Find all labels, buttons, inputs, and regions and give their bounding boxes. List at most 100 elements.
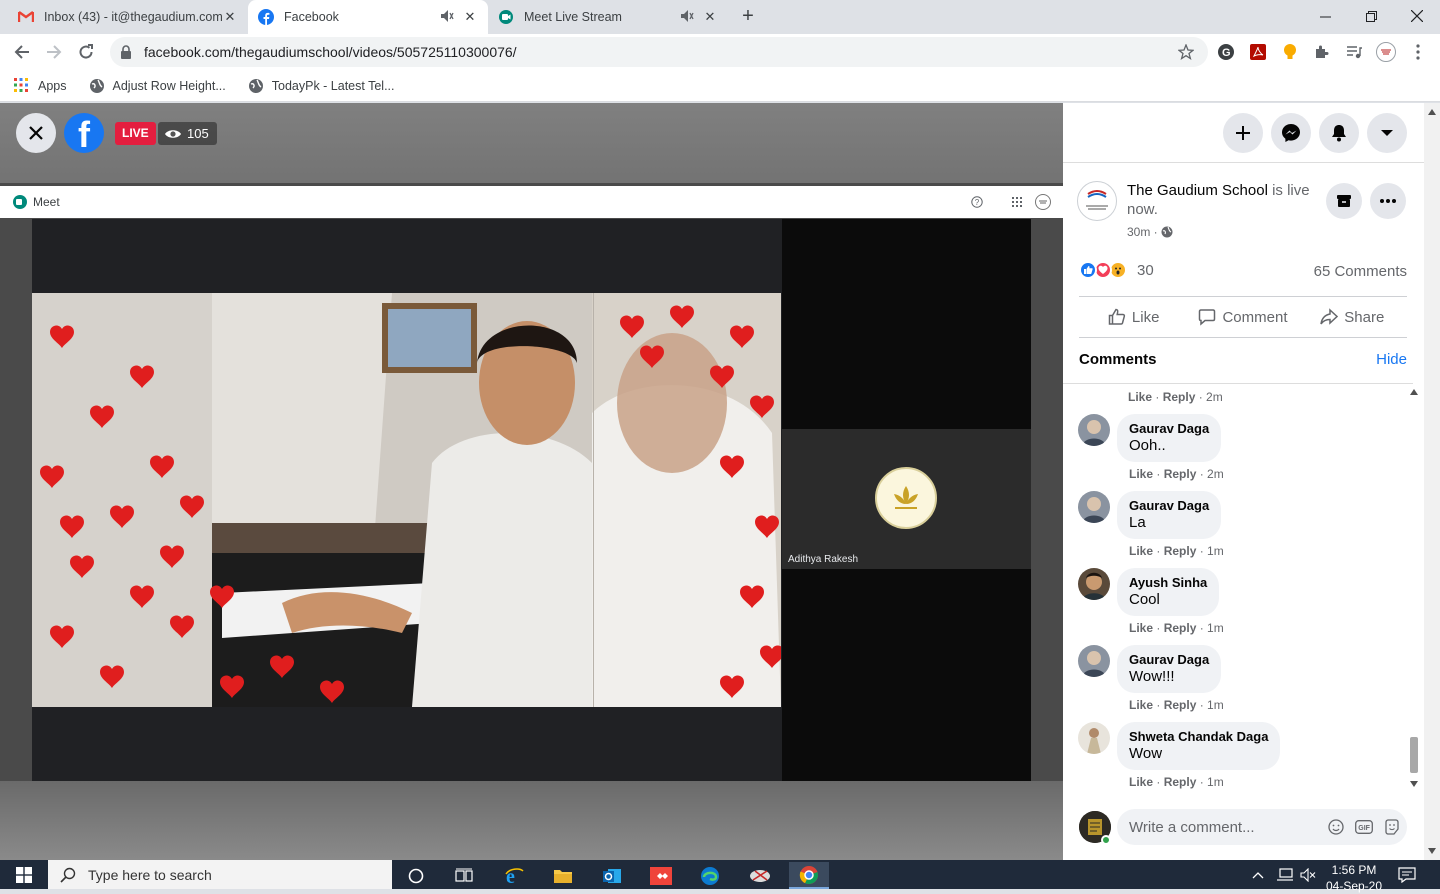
chrome-taskbar-icon[interactable] [789,862,829,889]
pdf-extension-icon[interactable] [1248,42,1268,62]
minimize-icon[interactable] [1302,0,1348,32]
scroll-down-icon[interactable] [1410,781,1418,787]
comment-time[interactable]: 1m [1207,621,1224,635]
system-clock[interactable]: 1:56 PM 04-Sep-20 [1318,862,1390,894]
commenter-avatar[interactable] [1078,722,1110,754]
sticker-icon[interactable] [1383,818,1401,836]
comments-count-link[interactable]: 65 Comments [1314,263,1407,280]
tab-gmail[interactable]: Inbox (43) - it@thegaudium.com ✕ [8,0,248,34]
notifications-button[interactable] [1319,113,1359,153]
comment-reply-link[interactable]: Reply [1164,544,1197,558]
scroll-down-icon[interactable] [1428,848,1436,854]
comment-time[interactable]: 1m [1207,544,1224,558]
more-options-button[interactable] [1370,183,1406,219]
bookmark-adjust-row-height[interactable]: Adjust Row Height... [89,78,226,94]
show-hidden-icons[interactable] [1252,860,1264,889]
reload-icon[interactable] [72,38,100,66]
comment-like-link[interactable]: Like [1129,621,1153,635]
comment-button[interactable]: Comment [1188,297,1297,337]
comment-reply-link[interactable]: Reply [1164,621,1197,635]
speaker-mute-icon[interactable] [440,9,456,25]
like-button[interactable]: Like [1079,297,1188,337]
comment-time[interactable]: 2m [1206,390,1223,404]
lightbulb-extension-icon[interactable] [1280,42,1300,62]
puzzle-extensions-icon[interactable] [1312,42,1332,62]
comment-like-link[interactable]: Like [1129,467,1153,481]
chrome-menu-icon[interactable] [1408,42,1428,62]
comment-time[interactable]: 1m [1207,698,1224,712]
page-scrollbar[interactable] [1424,103,1440,860]
forward-arrow-icon[interactable] [40,38,68,66]
write-comment-input[interactable]: Write a comment... GIF [1117,809,1407,845]
volume-muted-icon[interactable] [1300,860,1316,889]
emoji-icon[interactable] [1327,818,1345,836]
back-arrow-icon[interactable] [8,38,36,66]
cortana-icon[interactable] [396,862,436,889]
comment-like-link[interactable]: Like [1129,544,1153,558]
bookmark-apps[interactable]: Apps [14,77,67,94]
new-tab-button[interactable]: + [737,6,759,28]
comment-like-link[interactable]: Like [1129,698,1153,712]
notifications-center-icon[interactable] [1398,860,1416,889]
post-time-text[interactable]: 30m [1127,225,1150,239]
window-close-icon[interactable] [1394,0,1440,32]
comment-reply-link[interactable]: Reply [1164,467,1197,481]
close-video-button[interactable] [16,113,56,153]
comment-author[interactable]: Ayush Sinha [1129,575,1207,591]
close-icon[interactable]: ✕ [702,9,718,25]
commenter-avatar[interactable] [1078,414,1110,446]
grammarly-extension-icon[interactable]: G [1216,42,1236,62]
bookmark-todaypk[interactable]: TodayPk - Latest Tel... [248,78,395,94]
comment-time[interactable]: 1m [1207,775,1224,789]
messenger-button[interactable] [1271,113,1311,153]
comment-like-link[interactable]: Like [1129,775,1153,789]
scroll-up-icon[interactable] [1410,389,1418,395]
snipping-tool-icon[interactable] [740,862,780,889]
edge-icon[interactable] [690,862,730,889]
taskbar-search-box[interactable]: Type here to search [48,860,392,889]
scroll-thumb[interactable] [1410,737,1418,773]
comment-author[interactable]: Gaurav Daga [1129,652,1209,668]
media-control-icon[interactable] [1344,42,1364,62]
tab-meet-live-stream[interactable]: Meet Live Stream ✕ [488,0,728,34]
comment-reply-link[interactable]: Reply [1164,698,1197,712]
account-menu-button[interactable] [1367,113,1407,153]
scroll-up-icon[interactable] [1428,109,1436,115]
facebook-logo-icon[interactable]: f [64,113,104,153]
commenter-avatar[interactable] [1078,491,1110,523]
comment-time[interactable]: 2m [1207,467,1224,481]
comment-author[interactable]: Gaurav Daga [1129,498,1209,514]
share-button[interactable]: Share [1298,297,1407,337]
task-view-icon[interactable] [444,862,484,889]
reactions-summary[interactable]: 30 [1079,261,1154,279]
page-name-link[interactable]: The Gaudium School [1127,182,1268,199]
speaker-mute-icon[interactable] [680,9,696,25]
file-explorer-icon[interactable] [543,862,583,889]
close-icon[interactable]: ✕ [462,9,478,25]
profile-avatar-icon[interactable] [1376,42,1396,62]
comment-author[interactable]: Gaurav Daga [1129,421,1209,437]
comments-scrollbar[interactable] [1406,383,1422,791]
restore-icon[interactable] [1348,0,1394,32]
close-icon[interactable]: ✕ [222,9,238,25]
hide-comments-link[interactable]: Hide [1376,351,1407,368]
stop-video-button[interactable] [1326,183,1362,219]
internet-explorer-icon[interactable]: e [494,862,534,889]
comment-author[interactable]: Shweta Chandak Daga [1129,729,1268,745]
outlook-icon[interactable] [592,862,632,889]
network-icon[interactable] [1276,860,1294,889]
commenter-avatar[interactable] [1078,645,1110,677]
star-bookmark-icon[interactable] [1176,42,1196,62]
commenter-avatar[interactable] [1078,568,1110,600]
live-video-player[interactable]: f LIVE 105 Meet ? Adithya Rakesh [0,103,1063,860]
gif-icon[interactable]: GIF [1355,818,1373,836]
create-button[interactable] [1223,113,1263,153]
address-bar[interactable]: facebook.com/thegaudiumschool/videos/505… [110,37,1208,67]
page-avatar[interactable] [1077,181,1117,221]
anydesk-icon[interactable] [641,862,681,889]
windows-start-button[interactable] [0,860,48,889]
comment-reply-link[interactable]: Reply [1163,390,1196,404]
comment-reply-link[interactable]: Reply [1164,775,1197,789]
tab-facebook[interactable]: Facebook ✕ [248,0,488,34]
comment-like-link[interactable]: Like [1128,390,1152,404]
